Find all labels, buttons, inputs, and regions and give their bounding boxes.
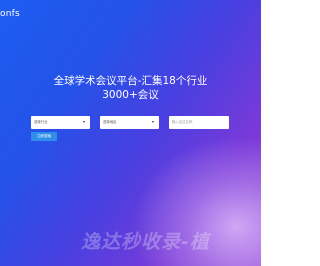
chevron-down-icon: ▾ [83,119,86,124]
region-select-value: 选择地区 [103,120,117,124]
conference-name-input[interactable]: 输入会议名称 [169,116,229,129]
hero-title-line2: 3000+会议 [102,89,159,101]
search-button[interactable]: 立即搜索 [31,132,57,141]
chevron-down-icon: ▾ [152,119,155,124]
industry-select-value: 选择行业 [34,120,48,124]
page: onfs 全球学术会议平台-汇集18个行业 3000+会议 选择行业 ▾ 选择地… [0,0,261,266]
hero-title-line1: 全球学术会议平台-汇集18个行业 [53,75,208,87]
logo[interactable]: onfs [0,9,20,19]
header: onfs [0,0,261,22]
conference-name-placeholder: 输入会议名称 [172,120,193,124]
search-form: 选择行业 ▾ 选择地区 ▾ 输入会议名称 [31,116,229,129]
watermark: 逸达秒收录-植 [81,231,210,253]
region-select[interactable]: 选择地区 ▾ [100,116,159,129]
hero-title: 全球学术会议平台-汇集18个行业 3000+会议 [0,74,261,102]
industry-select[interactable]: 选择行业 ▾ [31,116,90,129]
